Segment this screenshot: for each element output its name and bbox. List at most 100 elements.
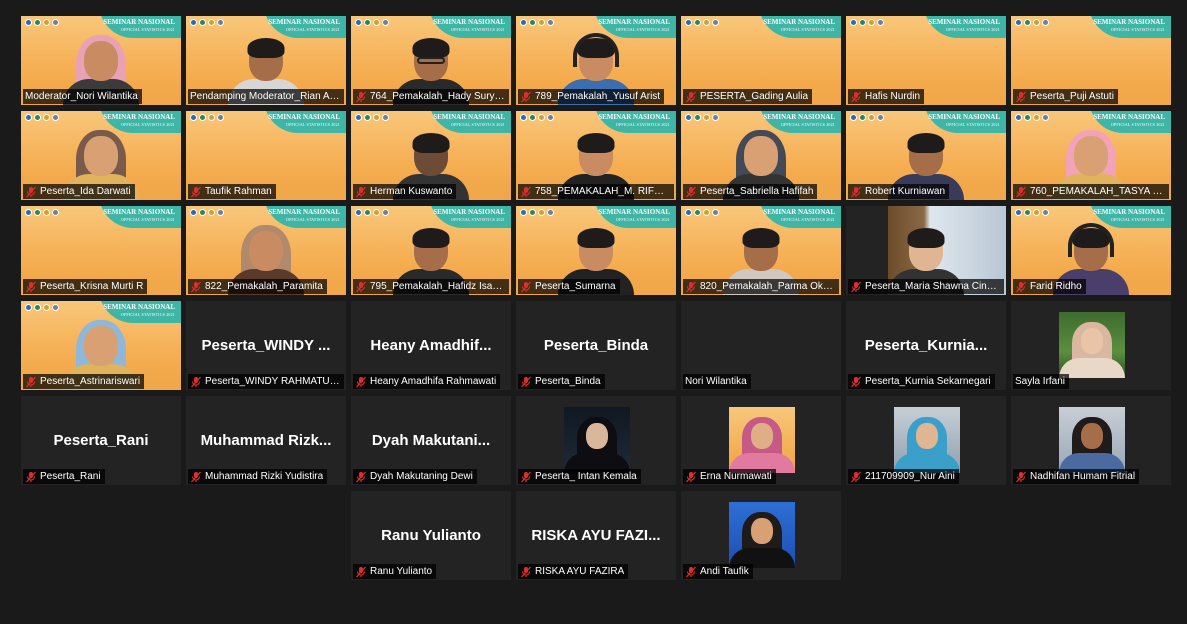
participant-tile[interactable]: SEMINAR NASIONAL OFFICIAL STATISTICS 2021… (681, 111, 841, 200)
participant-display-name: Dyah Makutani... (371, 432, 491, 449)
participant-name-label: Peserta_Maria Shawna Cinn... (848, 279, 1004, 294)
participant-tile[interactable]: Peserta_ Intan Kemala (516, 396, 676, 485)
participant-tile[interactable]: SEMINAR NASIONAL OFFICIAL STATISTICS 2021… (351, 111, 511, 200)
mic-muted-icon (686, 91, 696, 102)
sponsor-logos (25, 304, 59, 311)
logo-icon (1024, 19, 1031, 26)
participant-tile[interactable]: SEMINAR NASIONAL OFFICIAL STATISTICS 2021… (681, 16, 841, 105)
banner-title: SEMINAR NASIONAL (268, 208, 340, 216)
logo-icon (703, 19, 710, 26)
logo-icon (712, 19, 719, 26)
participant-tile[interactable]: Nadhifan Humam Fitrial (1011, 396, 1171, 485)
participant-tile[interactable]: SEMINAR NASIONAL OFFICIAL STATISTICS 2021… (1011, 111, 1171, 200)
participant-name-label: 760_PEMAKALAH_TASYA MI... (1013, 184, 1169, 199)
participant-name: Heany Amadhifa Rahmawati (370, 376, 497, 387)
participant-tile[interactable]: SEMINAR NASIONAL OFFICIAL STATISTICS 2021… (516, 16, 676, 105)
logo-icon (547, 19, 554, 26)
sponsor-logos (520, 209, 554, 216)
participant-tile[interactable]: Erna Nurmawati (681, 396, 841, 485)
logo-icon (1015, 209, 1022, 216)
participant-tile[interactable]: SEMINAR NASIONAL OFFICIAL STATISTICS 2021… (1011, 16, 1171, 105)
participant-tile[interactable]: Peserta_Binda Peserta_Binda (516, 301, 676, 390)
participant-tile[interactable]: SEMINAR NASIONAL OFFICIAL STATISTICS 2021… (351, 206, 511, 295)
participant-name: Peserta_WINDY RAHMATUL ... (205, 376, 340, 387)
participant-tile[interactable]: SEMINAR NASIONAL OFFICIAL STATISTICS 2021… (21, 111, 181, 200)
logo-icon (685, 19, 692, 26)
participant-name-label: PESERTA_Gading Aulia (683, 89, 813, 104)
participant-tile[interactable]: RISKA AYU FAZI... RISKA AYU FAZIRA (516, 491, 676, 580)
logo-icon (520, 114, 527, 121)
participant-tile[interactable]: SEMINAR NASIONAL OFFICIAL STATISTICS 2021… (186, 111, 346, 200)
participant-name-label: Nadhifan Humam Fitrial (1013, 469, 1140, 484)
participant-tile[interactable]: SEMINAR NASIONAL OFFICIAL STATISTICS 2021… (21, 301, 181, 390)
participant-name-label: Ranu Yulianto (353, 564, 437, 579)
logo-icon (868, 114, 875, 121)
sponsor-logos (520, 19, 554, 26)
logo-icon (43, 209, 50, 216)
participant-tile[interactable]: SEMINAR NASIONAL OFFICIAL STATISTICS 2021… (516, 111, 676, 200)
participant-tile[interactable]: Dyah Makutani... Dyah Makutaning Dewi (351, 396, 511, 485)
participant-tile[interactable]: Nori Wilantika (681, 301, 841, 390)
participant-tile[interactable]: SEMINAR NASIONAL OFFICIAL STATISTICS 2021… (846, 111, 1006, 200)
participant-name: 820_Pemakalah_Parma Okta... (700, 281, 835, 292)
mic-muted-icon (26, 281, 36, 292)
participant-tile[interactable]: SEMINAR NASIONAL OFFICIAL STATISTICS 2021… (186, 206, 346, 295)
logo-icon (1015, 19, 1022, 26)
banner-title: SEMINAR NASIONAL (598, 113, 670, 121)
mic-muted-icon (521, 566, 531, 577)
participant-tile[interactable]: SEMINAR NASIONAL OFFICIAL STATISTICS 2021… (516, 206, 676, 295)
participant-tile[interactable]: SEMINAR NASIONAL OFFICIAL STATISTICS 2021… (21, 206, 181, 295)
banner-subtitle: OFFICIAL STATISTICS 2021 (450, 217, 505, 222)
participant-tile[interactable]: Peserta_Maria Shawna Cinn... (846, 206, 1006, 295)
participant-tile[interactable]: SEMINAR NASIONAL OFFICIAL STATISTICS 2021… (351, 16, 511, 105)
logo-icon (1042, 19, 1049, 26)
participant-tile[interactable]: Andi Taufik (681, 491, 841, 580)
participant-name: 789_Pemakalah_Yusuf Arist (535, 91, 661, 102)
participant-tile[interactable]: Heany Amadhif... Heany Amadhifa Rahmawati (351, 301, 511, 390)
participant-tile[interactable]: Peserta_Rani Peserta_Rani (21, 396, 181, 485)
logo-icon (382, 209, 389, 216)
participant-tile[interactable]: Peserta_Kurnia... Peserta_Kurnia Sekarneg… (846, 301, 1006, 390)
participant-name: Peserta_Krisna Murti R (40, 281, 144, 292)
participant-name-label: 822_Pemakalah_Paramita (188, 279, 327, 294)
seminar-banner: SEMINAR NASIONAL OFFICIAL STATISTICS 2021 (262, 18, 340, 34)
participant-tile[interactable]: Ranu Yulianto Ranu Yulianto (351, 491, 511, 580)
participant-name: Peserta_Puji Astuti (1030, 91, 1114, 102)
logo-icon (1033, 209, 1040, 216)
mic-muted-icon (356, 566, 366, 577)
banner-subtitle: OFFICIAL STATISTICS 2021 (285, 217, 340, 222)
logo-icon (34, 114, 41, 121)
participant-name-label: Peserta_ Intan Kemala (518, 469, 641, 484)
mic-muted-icon (191, 281, 201, 292)
banner-subtitle: OFFICIAL STATISTICS 2021 (450, 27, 505, 32)
participant-tile[interactable]: Sayla Irfani (1011, 301, 1171, 390)
participant-name-label: Nori Wilantika (683, 374, 751, 389)
sponsor-logos (850, 114, 884, 121)
participant-name: Muhammad Rizki Yudistira (205, 471, 324, 482)
logo-icon (52, 114, 59, 121)
participant-name: Moderator_Nori Wilantika (25, 91, 138, 102)
participant-display-name: Peserta_Kurnia... (864, 337, 988, 354)
participant-name: Herman Kuswanto (370, 186, 453, 197)
participant-tile[interactable]: 211709909_Nur Aini (846, 396, 1006, 485)
participant-tile[interactable]: SEMINAR NASIONAL OFFICIAL STATISTICS 2021… (846, 16, 1006, 105)
participant-tile[interactable]: SEMINAR NASIONAL OFFICIAL STATISTICS 2021… (1011, 206, 1171, 295)
sponsor-logos (1015, 209, 1049, 216)
banner-subtitle: OFFICIAL STATISTICS 2021 (945, 122, 1000, 127)
participant-tile[interactable]: Peserta_WINDY ... Peserta_WINDY RAHMATUL … (186, 301, 346, 390)
mic-muted-icon (191, 186, 201, 197)
participant-tile[interactable]: Muhammad Rizk... Muhammad Rizki Yudistira (186, 396, 346, 485)
participant-tile[interactable]: SEMINAR NASIONAL OFFICIAL STATISTICS 2021… (186, 16, 346, 105)
logo-icon (34, 19, 41, 26)
logo-icon (520, 209, 527, 216)
profile-picture (729, 502, 795, 568)
participant-name-label: Peserta_WINDY RAHMATUL ... (188, 374, 344, 389)
participant-tile[interactable]: SEMINAR NASIONAL OFFICIAL STATISTICS 2021… (21, 16, 181, 105)
mic-muted-icon (851, 281, 861, 292)
participant-name-label: 820_Pemakalah_Parma Okta... (683, 279, 839, 294)
participant-tile[interactable]: SEMINAR NASIONAL OFFICIAL STATISTICS 2021… (681, 206, 841, 295)
participant-name: Dyah Makutaning Dewi (370, 471, 473, 482)
logo-icon (43, 304, 50, 311)
mic-muted-icon (521, 186, 531, 197)
participant-name: Hafis Nurdin (865, 91, 921, 102)
